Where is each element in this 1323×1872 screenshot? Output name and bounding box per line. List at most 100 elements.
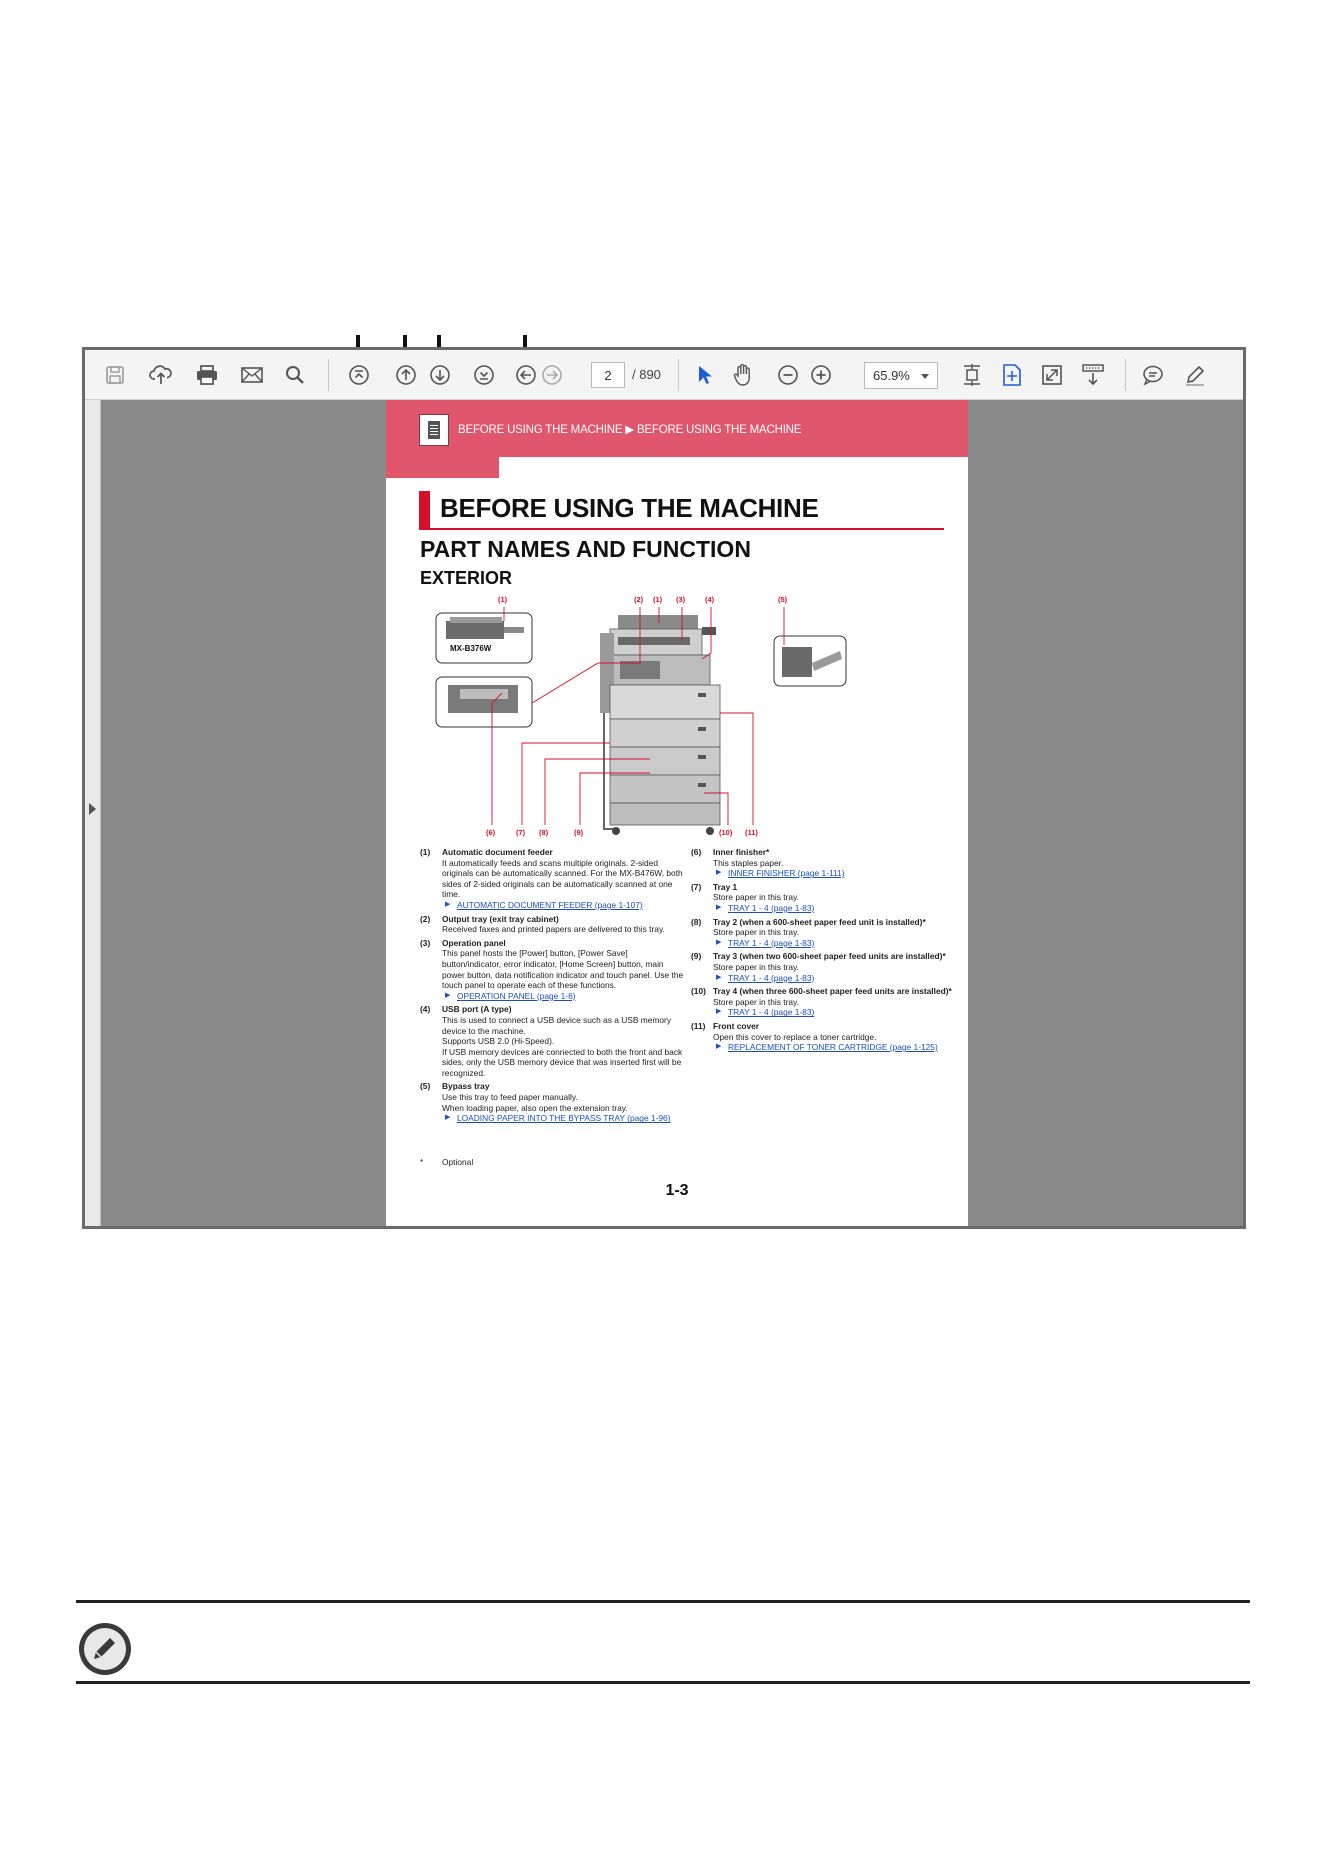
part-description: Store paper in this tray.: [713, 996, 799, 1007]
footnote: * Optional: [420, 1157, 473, 1167]
email-icon[interactable]: [237, 360, 267, 390]
zoom-level-select[interactable]: 65.9%: [864, 362, 938, 389]
part-item: (5) Bypass tray Use this tray to feed pape…: [420, 1081, 685, 1123]
reference-link[interactable]: TRAY 1 - 4 (page 1-83): [713, 903, 956, 914]
footnote-mark: *: [420, 1157, 424, 1167]
zoom-out-icon[interactable]: [773, 360, 803, 390]
part-item: (7) Tray 1Store paper in this tray.TRAY 1…: [691, 882, 956, 914]
callout-label: (9): [574, 828, 584, 837]
part-number: (8): [691, 916, 702, 927]
part-item: (3) Operation panel This panel hosts the […: [420, 938, 685, 1002]
reference-link[interactable]: REPLACEMENT OF TONER CARTRIDGE (page 1-1…: [713, 1042, 956, 1053]
part-item: (4) USB port (A type) This is used to conn…: [420, 1004, 685, 1078]
note-rule-bottom: [76, 1681, 1250, 1684]
page-subheading: EXTERIOR: [420, 568, 513, 588]
part-title: Tray 4 (when three 600-sheet paper feed …: [713, 986, 952, 997]
part-item: (9) Tray 3 (when two 600-sheet paper feed…: [691, 951, 956, 983]
first-page-icon[interactable]: [344, 360, 374, 390]
reference-link[interactable]: LOADING PAPER INTO THE BYPASS TRAY (page…: [442, 1113, 685, 1124]
callout-label: (8): [539, 828, 549, 837]
chevron-right-icon: [89, 803, 96, 815]
callout-label: (7): [516, 828, 526, 837]
page-number-input[interactable]: [591, 362, 625, 388]
reference-link[interactable]: TRAY 1 - 4 (page 1-83): [713, 973, 956, 984]
banner-tab: [386, 457, 499, 478]
part-description: Open this cover to replace a toner cartr…: [713, 1031, 877, 1042]
upload-cloud-icon[interactable]: [146, 360, 176, 390]
toolbar-separator: [328, 359, 329, 391]
print-icon[interactable]: [192, 360, 222, 390]
reference-link[interactable]: TRAY 1 - 4 (page 1-83): [713, 1007, 956, 1018]
callout-label: (2): [634, 595, 644, 604]
machine-drawing: [435, 607, 847, 835]
part-description: Received faxes and printed papers are de…: [442, 924, 665, 935]
parts-list-right: (6) Inner finisher*This staples paper.INN…: [691, 847, 956, 1056]
next-page-icon[interactable]: [425, 360, 455, 390]
full-screen-icon[interactable]: [1037, 360, 1067, 390]
toolbar-separator: [678, 359, 679, 391]
reference-link[interactable]: OPERATION PANEL (page 1-6): [442, 991, 685, 1002]
part-title: Output tray (exit tray cabinet): [442, 913, 559, 924]
model-label: MX-B376W: [450, 644, 492, 653]
fit-height-icon[interactable]: [957, 360, 987, 390]
viewer-toolbar: / 890 65.9%: [85, 350, 1243, 400]
next-view-icon[interactable]: [537, 360, 567, 390]
section-title: BEFORE USING THE MACHINE: [440, 493, 819, 523]
scroll-mode-icon[interactable]: [1078, 360, 1108, 390]
part-item: (6) Inner finisher*This staples paper.INN…: [691, 847, 956, 879]
machine-illustration: (1) (2) (1) (3) (4) (5) (6) (7) (8) (9) …: [420, 593, 890, 845]
callout-label: (11): [745, 828, 758, 837]
part-item: (8) Tray 2 (when a 600-sheet paper feed u…: [691, 917, 956, 949]
part-description: This staples paper.: [713, 857, 784, 868]
section-title-bar: BEFORE USING THE MACHINE: [419, 491, 944, 530]
navigation-pane-toggle[interactable]: [85, 400, 101, 1226]
part-title: Tray 1: [713, 881, 738, 892]
reference-link[interactable]: INNER FINISHER (page 1-111): [713, 868, 956, 879]
toolbar-separator: [1125, 359, 1126, 391]
breadcrumb[interactable]: BEFORE USING THE MACHINE ▶ BEFORE USING …: [458, 422, 801, 436]
page-heading: PART NAMES AND FUNCTION: [420, 536, 751, 562]
callout-label: (1): [498, 595, 508, 604]
part-item: (1) Automatic document feeder It automatic…: [420, 847, 685, 911]
part-title: Tray 2 (when a 600-sheet paper feed unit…: [713, 916, 926, 927]
part-item: (11) Front cover Open this cover to replac…: [691, 1021, 956, 1053]
callout-label: (4): [705, 595, 715, 604]
part-description: Use this tray to feed paper manually. Wh…: [442, 1092, 628, 1113]
hand-icon[interactable]: [728, 360, 758, 390]
save-icon[interactable]: [100, 360, 130, 390]
part-number: (5): [420, 1081, 431, 1092]
part-number: (3): [420, 937, 431, 948]
callout-label: (1): [653, 595, 663, 604]
part-description: Store paper in this tray.: [713, 892, 799, 903]
reference-link[interactable]: TRAY 1 - 4 (page 1-83): [713, 938, 956, 949]
reference-link[interactable]: AUTOMATIC DOCUMENT FEEDER (page 1-107): [442, 900, 685, 911]
callout-label: (10): [719, 828, 733, 837]
search-icon[interactable]: [280, 360, 310, 390]
pdf-viewer-window: / 890 65.9%: [82, 347, 1246, 1229]
pen-icon[interactable]: [1180, 360, 1210, 390]
part-title: Tray 3 (when two 600-sheet paper feed un…: [713, 951, 946, 962]
part-number: (9): [691, 951, 702, 962]
page-number: 1-3: [665, 1182, 689, 1199]
chevron-down-icon: [921, 374, 929, 379]
part-title: Inner finisher*: [713, 847, 770, 857]
callout-label: (3): [676, 595, 686, 604]
zoom-in-icon[interactable]: [806, 360, 836, 390]
cursor-icon[interactable]: [690, 360, 720, 390]
part-description: This is used to connect a USB device suc…: [442, 1014, 683, 1078]
part-description: It automatically feeds and scans multipl…: [442, 857, 683, 900]
comment-icon[interactable]: [1138, 360, 1168, 390]
part-description: This panel hosts the [Power] button, [Po…: [442, 948, 684, 991]
callout-label: (6): [486, 828, 496, 837]
part-title: Operation panel: [442, 937, 506, 948]
fit-page-icon[interactable]: [997, 360, 1027, 390]
note-rule-top: [76, 1600, 1250, 1603]
document-page: BEFORE USING THE MACHINE ▶ BEFORE USING …: [386, 400, 968, 1226]
last-page-icon[interactable]: [469, 360, 499, 390]
previous-page-icon[interactable]: [391, 360, 421, 390]
footnote-text: Optional: [442, 1157, 474, 1167]
parts-list-left: (1) Automatic document feeder It automatic…: [420, 847, 685, 1127]
manual-home-icon[interactable]: [419, 414, 449, 446]
part-description: Store paper in this tray.: [713, 961, 799, 972]
part-number: (6): [691, 847, 702, 857]
